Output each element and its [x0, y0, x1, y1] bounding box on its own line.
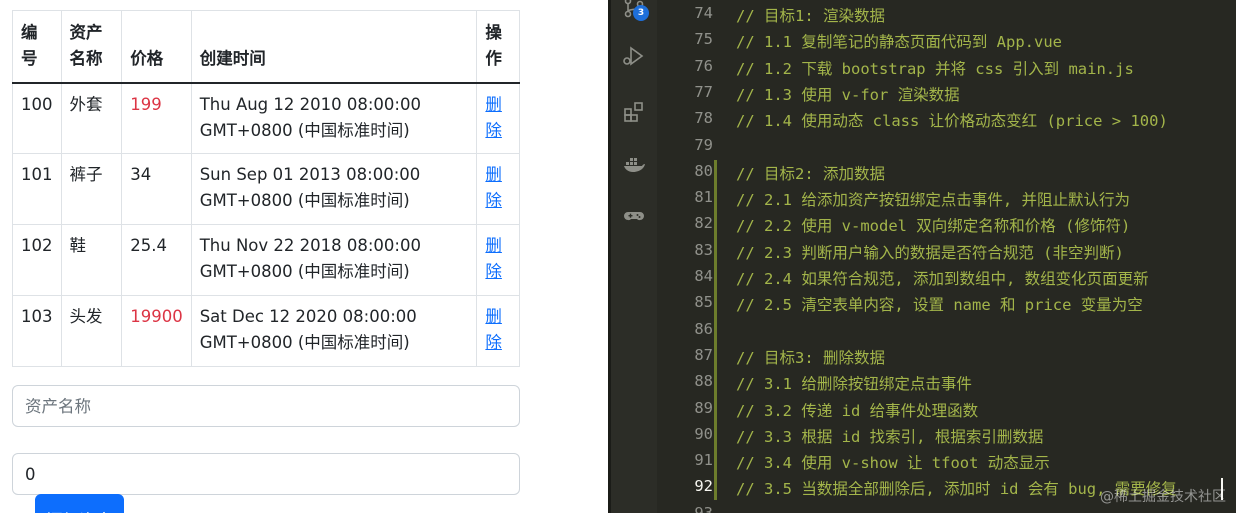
code-line: // 2.4 如果符合规范, 添加到数组中, 数组变化页面更新: [736, 270, 1149, 288]
cell-name: 裤子: [60, 153, 123, 225]
add-asset-button[interactable]: 添加资产: [35, 494, 124, 513]
cell-op: 删 除: [476, 224, 520, 296]
code-line: // 1.4 使用动态 class 让价格动态变红 (price > 100): [736, 112, 1168, 131]
cell-id: 101: [12, 153, 62, 225]
cell-op: 删 除: [476, 82, 520, 154]
code-line: // 3.2 传递 id 给事件处理函数: [736, 401, 979, 420]
code-line: // 2.2 使用 v-model 双向绑定名称和价格 (修饰符): [736, 217, 1131, 236]
line-number: 77: [694, 82, 713, 101]
source-control-badge: 3: [633, 5, 649, 21]
line-number: 91: [694, 451, 713, 470]
time-line-1: Sat Dec 12 2020 08:00:00: [199, 307, 417, 326]
gamepad-icon[interactable]: [622, 204, 646, 228]
cell-price: 19900: [121, 295, 192, 367]
cell-id: 102: [12, 224, 62, 296]
line-number: 74: [694, 4, 713, 22]
code-line: // 目标3: 删除数据: [736, 348, 885, 367]
header-time-label: 创建时间: [199, 48, 266, 68]
line-number: 93: [694, 503, 713, 513]
delete-link[interactable]: 删 除: [485, 165, 502, 210]
header-op-label: 操 作: [485, 22, 502, 68]
extensions-icon[interactable]: [622, 100, 646, 124]
cell-id: 100: [12, 82, 62, 154]
code-line: // 目标1: 渲染数据: [736, 7, 885, 25]
cell-op: 删 除: [476, 153, 520, 225]
header-price-label: 价格: [130, 48, 164, 68]
line-number: 76: [694, 56, 713, 75]
line-number: 81: [694, 188, 713, 207]
header-name: 资产 名称: [60, 10, 123, 84]
time-line-2: GMT+0800 (中国标准时间): [199, 191, 410, 210]
line-number: 85: [694, 293, 713, 312]
code-line: // 3.4 使用 v-show 让 tfoot 动态显示: [736, 454, 1050, 473]
header-op: 操 作: [476, 10, 520, 84]
line-number: 90: [694, 424, 713, 443]
delete-link[interactable]: 删 除: [485, 307, 502, 352]
line-number: 89: [694, 398, 713, 417]
line-number: 92: [694, 477, 713, 496]
line-number: 83: [694, 240, 713, 259]
cell-time: Sun Sep 01 2013 08:00:00 GMT+0800 (中国标准时间…: [190, 153, 478, 225]
cell-op: 删 除: [476, 295, 520, 367]
table-row: 102 鞋 25.4 Thu Nov 22 2018 08:00:00 GMT+0…: [12, 224, 520, 296]
time-line-1: Thu Nov 22 2018 08:00:00: [199, 236, 421, 255]
line-number: 86: [694, 319, 713, 338]
line-number-gutter: 74 75 76 77 78 79 80 81 82 83 84 85 86 87 88 89 90 91 92 93: [657, 0, 713, 513]
code-line: // 3.1 给删除按钮绑定点击事件: [736, 375, 972, 394]
line-number: 82: [694, 214, 713, 233]
cell-price: 25.4: [121, 224, 192, 296]
header-id-label: 编 号: [21, 22, 38, 68]
line-number: 78: [694, 109, 713, 128]
code-line: // 2.3 判断用户输入的数据是否符合规范 (非空判断): [736, 243, 1124, 262]
code-line: // 2.5 清空表单内容, 设置 name 和 price 变量为空: [736, 296, 1143, 315]
code-line: // 3.3 根据 id 找索引, 根据索引删数据: [736, 427, 1044, 446]
asset-price-input[interactable]: [12, 453, 520, 495]
asset-name-input[interactable]: [12, 385, 520, 427]
cell-name: 鞋: [60, 224, 123, 296]
line-number: 87: [694, 345, 713, 364]
git-change-bar: [714, 160, 717, 500]
asset-table: 编 号 资产 名称 价格 创建时间 操 作 100 外套 199 Thu Aug…: [12, 10, 520, 367]
line-number: 80: [694, 161, 713, 180]
table-header-row: 编 号 资产 名称 价格 创建时间 操 作: [12, 10, 520, 84]
time-line-1: Thu Aug 12 2010 08:00:00: [199, 94, 421, 114]
cell-price: 34: [121, 153, 192, 225]
header-price: 价格: [121, 10, 192, 84]
table-row: 101 裤子 34 Sun Sep 01 2013 08:00:00 GMT+08…: [12, 153, 520, 225]
code-line: // 2.1 给添加资产按钮绑定点击事件, 并阻止默认行为: [736, 191, 1130, 210]
time-line-2: GMT+0800 (中国标准时间): [199, 120, 410, 140]
header-time: 创建时间: [190, 10, 478, 84]
code-line: // 1.1 复制笔记的静态页面代码到 App.vue: [736, 33, 1062, 52]
delete-link[interactable]: 删 除: [485, 236, 502, 281]
line-number: 88: [694, 372, 713, 391]
docker-icon[interactable]: [622, 152, 646, 176]
table-row: 100 外套 199 Thu Aug 12 2010 08:00:00 GMT+0…: [12, 82, 520, 154]
delete-link[interactable]: 删 除: [485, 95, 502, 140]
cell-id: 103: [12, 295, 62, 367]
cell-time: Thu Nov 22 2018 08:00:00 GMT+0800 (中国标准时间…: [190, 224, 478, 296]
table-row: 103 头发 19900 Sat Dec 12 2020 08:00:00 GMT…: [12, 295, 520, 367]
header-name-label: 资产 名称: [69, 22, 103, 68]
time-line-2: GMT+0800 (中国标准时间): [199, 333, 410, 352]
cell-name: 头发: [60, 295, 123, 367]
line-number: 75: [694, 30, 713, 49]
run-debug-icon[interactable]: [622, 44, 646, 68]
cell-price: 199: [121, 82, 192, 154]
cell-name: 外套: [60, 82, 123, 154]
header-id: 编 号: [12, 10, 62, 84]
cell-time: Sat Dec 12 2020 08:00:00 GMT+0800 (中国标准时间…: [190, 295, 478, 367]
time-line-1: Sun Sep 01 2013 08:00:00: [199, 165, 421, 184]
code-line: // 1.2 下载 bootstrap 并将 css 引入到 main.js: [736, 59, 1134, 78]
cell-time: Thu Aug 12 2010 08:00:00 GMT+0800 (中国标准时间…: [190, 82, 478, 154]
code-line: // 1.3 使用 v-for 渲染数据: [736, 85, 960, 104]
line-number: 84: [694, 267, 713, 285]
line-number: 79: [694, 135, 713, 154]
vue-app-preview: 编 号 资产 名称 价格 创建时间 操 作 100 外套 199 Thu Aug…: [0, 0, 608, 513]
code-line: // 目标2: 添加数据: [736, 164, 885, 183]
watermark: @稀土掘金技术社区: [1100, 489, 1226, 505]
activity-bar: [611, 0, 657, 513]
time-line-2: GMT+0800 (中国标准时间): [199, 262, 410, 281]
